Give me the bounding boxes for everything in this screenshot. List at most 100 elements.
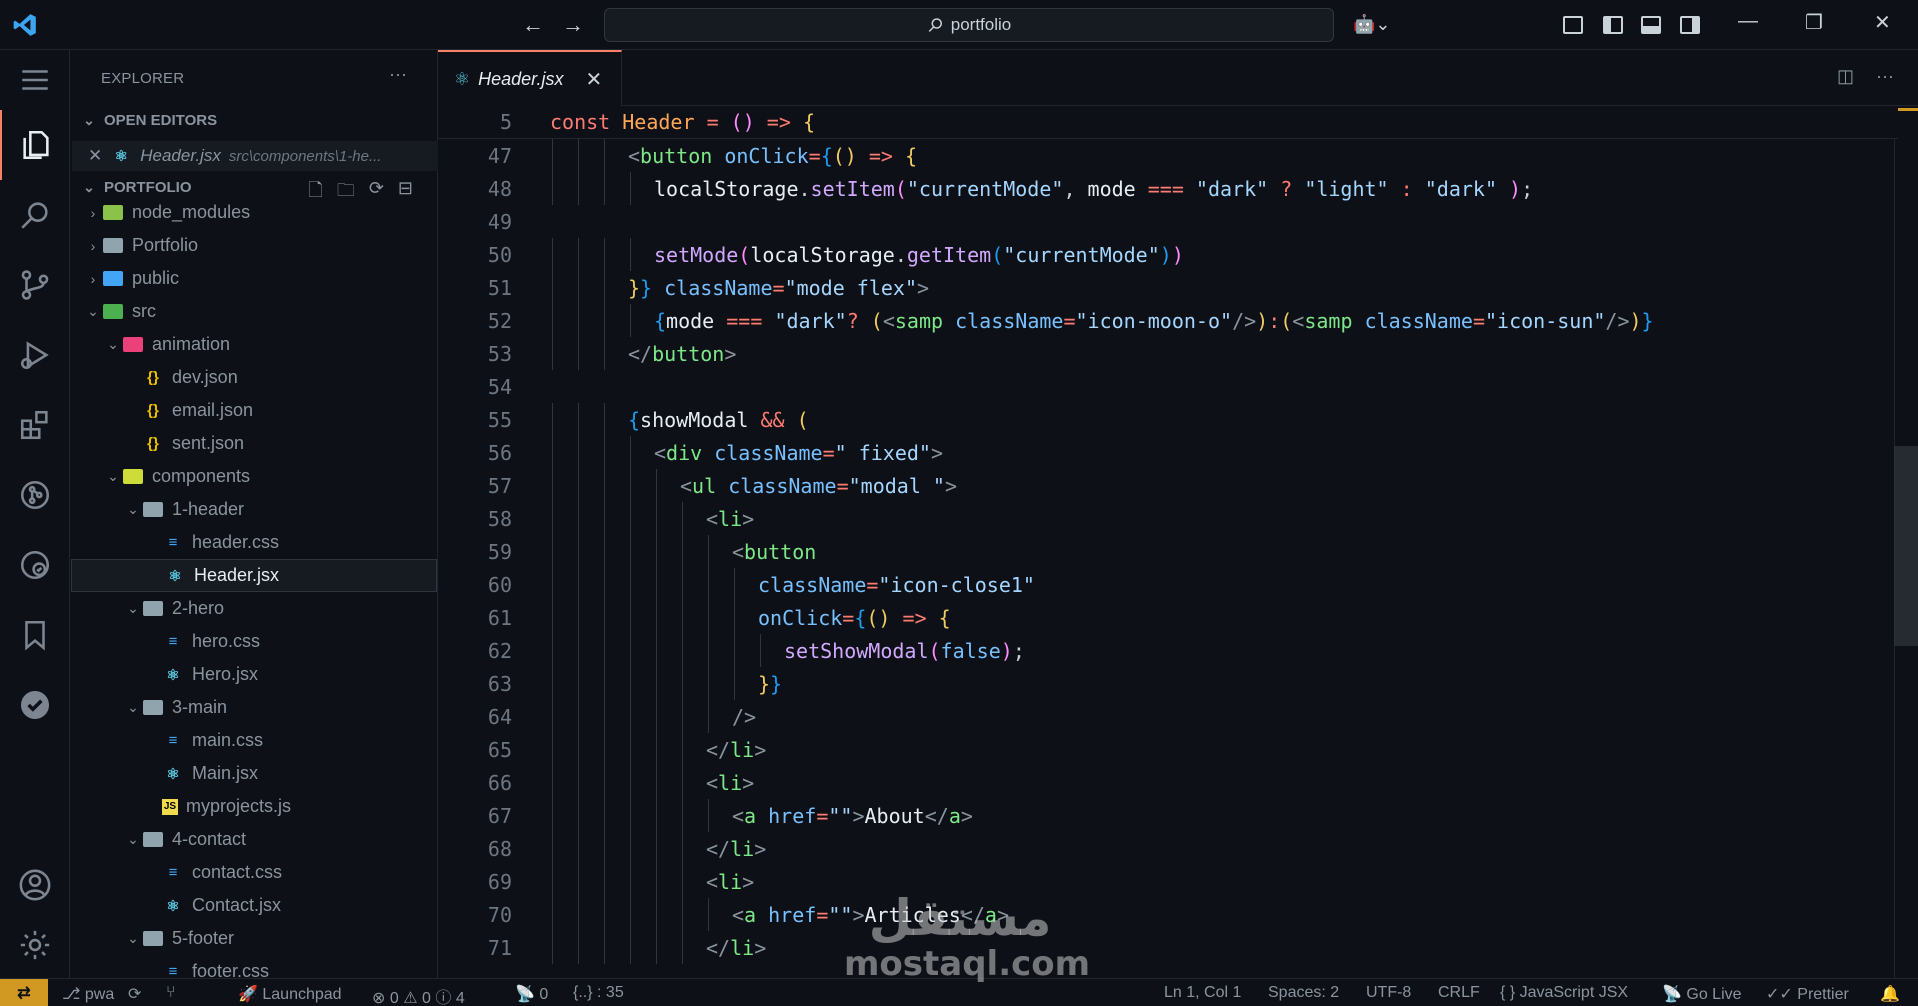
problems-status[interactable]: ⊗ 0 ⚠ 0 ⓘ 4 xyxy=(372,984,465,1006)
code-line[interactable]: 70 <a href="">Articles</a> xyxy=(438,898,1898,931)
nav-forward-button[interactable]: → xyxy=(562,12,584,38)
code-line[interactable]: 71 </li> xyxy=(438,931,1898,964)
prettier-status[interactable]: ✓✓ Prettier xyxy=(1766,984,1849,1004)
code-line[interactable]: 65 </li> xyxy=(438,733,1898,766)
close-icon[interactable]: ✕ xyxy=(88,146,102,166)
search-icon[interactable] xyxy=(0,180,70,250)
code-line[interactable]: 50 setMode(localStorage.getItem("currentM… xyxy=(438,238,1898,271)
tree-item-contact-css[interactable]: ≡ contact.css xyxy=(70,856,438,889)
code-line[interactable]: 59 <button xyxy=(438,535,1898,568)
code-line[interactable]: 49 xyxy=(438,205,1898,238)
code-line[interactable]: 68 </li> xyxy=(438,832,1898,865)
launchpad-status[interactable]: 🚀 Launchpad xyxy=(238,984,342,1004)
tree-item-header-css[interactable]: ≡ header.css xyxy=(70,526,438,559)
code-line[interactable]: 67 <a href="">About</a> xyxy=(438,799,1898,832)
tree-item-5-footer[interactable]: ⌄ 5-footer xyxy=(70,922,438,955)
go-live-status[interactable]: 📡 Go Live xyxy=(1662,984,1742,1004)
run-debug-icon[interactable] xyxy=(0,320,70,390)
more-actions-icon[interactable]: ··· xyxy=(1876,66,1894,87)
tab-close-icon[interactable]: ✕ xyxy=(586,67,603,92)
tree-item-dev-json[interactable]: {} dev.json xyxy=(70,361,438,394)
code-line[interactable]: 56 <div className=" fixed"> xyxy=(438,436,1898,469)
tree-item-3-main[interactable]: ⌄ 3-main xyxy=(70,691,438,724)
toggle-secondary-sidebar-icon[interactable] xyxy=(1680,16,1700,34)
tree-item-hero-jsx[interactable]: ⚛ Hero.jsx xyxy=(70,658,438,691)
bookmarks-icon[interactable] xyxy=(0,600,70,670)
customize-layout-icon[interactable] xyxy=(1563,16,1583,34)
selection-status[interactable]: {..} : 35 xyxy=(573,984,624,1002)
open-editor-item[interactable]: ✕ ⚛ Header.jsx src\components\1-he... xyxy=(72,141,438,171)
tree-item-contact-jsx[interactable]: ⚛ Contact.jsx xyxy=(70,889,438,922)
code-line[interactable]: 54 xyxy=(438,370,1898,403)
tree-item-myprojects-js[interactable]: JS myprojects.js xyxy=(70,790,438,823)
code-line[interactable]: 58 <li> xyxy=(438,502,1898,535)
indent-guide xyxy=(630,700,631,733)
tree-item-sent-json[interactable]: {} sent.json xyxy=(70,427,438,460)
language-mode[interactable]: { } JavaScript JSX xyxy=(1500,984,1628,1002)
tree-item-2-hero[interactable]: ⌄ 2-hero xyxy=(70,592,438,625)
tree-item-components[interactable]: ⌄ components xyxy=(70,460,438,493)
code-line[interactable]: 62 setShowModal(false); xyxy=(438,634,1898,667)
copilot-icon[interactable]: 🤖⌄ xyxy=(1353,14,1391,35)
code-line[interactable]: 64 /> xyxy=(438,700,1898,733)
testing-icon[interactable] xyxy=(0,670,70,740)
branch-status[interactable]: ⎇ pwa xyxy=(62,984,114,1004)
restore-button[interactable]: ❐ xyxy=(1805,10,1823,35)
git-graph-status-icon[interactable]: ⑂ xyxy=(166,984,176,1002)
tree-item-main-css[interactable]: ≡ main.css xyxy=(70,724,438,757)
tree-item-header-jsx[interactable]: ⚛ Header.jsx xyxy=(71,559,437,592)
explorer-icon[interactable] xyxy=(0,110,70,180)
nav-back-button[interactable]: ← xyxy=(522,12,544,38)
tree-item-email-json[interactable]: {} email.json xyxy=(70,394,438,427)
tree-item-hero-css[interactable]: ≡ hero.css xyxy=(70,625,438,658)
tree-item-node-modules[interactable]: › node_modules xyxy=(70,196,438,229)
source-control-icon[interactable] xyxy=(0,250,70,320)
ports-status[interactable]: 📡 0 xyxy=(515,984,548,1004)
tab-header-jsx[interactable]: ⚛ Header.jsx ✕ xyxy=(438,50,622,106)
settings-gear-icon[interactable] xyxy=(0,910,70,980)
minimize-button[interactable]: — xyxy=(1738,10,1758,33)
eol-status[interactable]: CRLF xyxy=(1438,984,1480,1002)
open-editors-section[interactable]: ⌄ OPEN EDITORS xyxy=(80,112,217,129)
sync-icon[interactable]: ⟳ xyxy=(128,984,141,1004)
toggle-primary-sidebar-icon[interactable] xyxy=(1603,16,1623,34)
indent-guide xyxy=(682,766,683,799)
code-line[interactable]: 61 onClick={() => { xyxy=(438,601,1898,634)
remote-indicator-icon[interactable]: ⇄ xyxy=(0,979,48,1006)
close-button[interactable]: ✕ xyxy=(1874,10,1891,35)
git-graph-icon[interactable] xyxy=(0,460,70,530)
remote-explorer-icon[interactable] xyxy=(0,530,70,600)
tree-item-portfolio[interactable]: › Portfolio xyxy=(70,229,438,262)
code-line[interactable]: 60 className="icon-close1" xyxy=(438,568,1898,601)
tree-item-4-contact[interactable]: ⌄ 4-contact xyxy=(70,823,438,856)
menu-icon[interactable] xyxy=(0,50,70,110)
notifications-bell-icon[interactable]: 🔔 xyxy=(1880,984,1900,1004)
code-line[interactable]: 51}} className="mode flex"> xyxy=(438,271,1898,304)
tree-item-animation[interactable]: ⌄ animation xyxy=(70,328,438,361)
explorer-more-button[interactable]: ··· xyxy=(389,64,407,85)
cursor-position[interactable]: Ln 1, Col 1 xyxy=(1164,984,1241,1002)
toggle-panel-icon[interactable] xyxy=(1641,16,1661,34)
code-line[interactable]: 52 {mode === "dark"? (<samp className="ic… xyxy=(438,304,1898,337)
sticky-scroll-line[interactable]: 5 const Header = () => { xyxy=(438,106,1898,139)
code-line[interactable]: 48 localStorage.setItem("currentMode", mo… xyxy=(438,172,1898,205)
editor-scrollbar[interactable] xyxy=(1894,446,1918,646)
indentation-status[interactable]: Spaces: 2 xyxy=(1268,984,1339,1002)
tree-item-main-jsx[interactable]: ⚛ Main.jsx xyxy=(70,757,438,790)
code-editor[interactable]: 5 const Header = () => {47 <button onClick… xyxy=(438,106,1918,978)
code-line[interactable]: 69 <li> xyxy=(438,865,1898,898)
tree-item-src[interactable]: ⌄ src xyxy=(70,295,438,328)
extensions-icon[interactable] xyxy=(0,390,70,460)
split-editor-icon[interactable]: ◫ xyxy=(1837,66,1854,87)
code-line[interactable]: 57 <ul className="modal "> xyxy=(438,469,1898,502)
code-line[interactable]: 66 <li> xyxy=(438,766,1898,799)
code-line[interactable]: 53 </button> xyxy=(438,337,1898,370)
tree-item-public[interactable]: › public xyxy=(70,262,438,295)
command-center-search[interactable]: portfolio xyxy=(604,8,1334,42)
code-line[interactable]: 47 <button onClick={() => { xyxy=(438,139,1898,172)
encoding-status[interactable]: UTF-8 xyxy=(1366,984,1411,1002)
code-line[interactable]: 55 {showModal && ( xyxy=(438,403,1898,436)
code-line[interactable]: 63}} xyxy=(438,667,1898,700)
project-section[interactable]: ⌄ PORTFOLIO xyxy=(80,179,191,196)
tree-item-1-header[interactable]: ⌄ 1-header xyxy=(70,493,438,526)
